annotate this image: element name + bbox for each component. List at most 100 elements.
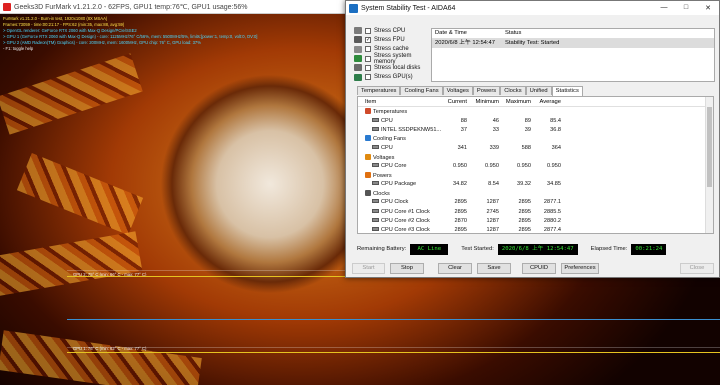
average-column-header[interactable]: Average (533, 99, 563, 105)
stats-maximum: 89 (524, 117, 531, 124)
tab-temperatures[interactable]: Temperatures (357, 86, 401, 95)
stop-button[interactable]: Stop (390, 263, 424, 274)
stress-checkbox[interactable] (365, 64, 371, 71)
stress-option[interactable]: Stress local disks (354, 63, 434, 72)
stats-row[interactable]: CPU Package 34.82 8.54 39.32 34.85 (358, 180, 713, 189)
stats-group-row[interactable]: Powers (358, 171, 713, 180)
stress-checkbox[interactable] (365, 27, 371, 34)
current-column-header[interactable]: Current (442, 99, 469, 105)
close-button[interactable]: Close (680, 263, 714, 274)
clock-icon (365, 189, 371, 196)
date-time-header[interactable]: Date & Time (432, 29, 502, 38)
cache-icon (354, 45, 362, 53)
stats-item: CPU (358, 144, 442, 151)
gpu2-graph-baseline (67, 319, 720, 320)
sensor-icon (372, 226, 379, 231)
stats-group-row[interactable]: Voltages (358, 152, 713, 161)
sensor-icon (372, 199, 379, 204)
stats-maximum: 2895 (518, 226, 531, 233)
scrollbar-thumb[interactable] (707, 107, 712, 187)
stats-row[interactable]: CPU 88 46 89 85.4 (358, 116, 713, 125)
save-button[interactable]: Save (477, 263, 511, 274)
stats-row[interactable]: CPU 341 339 588 364 (358, 143, 713, 152)
clear-button[interactable]: Clear (438, 263, 472, 274)
stats-average: 34.85 (547, 181, 561, 188)
stats-row[interactable]: CPU Core #1 Clock 2895 2745 2895 2885.5 (358, 207, 713, 216)
stats-item: CPU Core #1 Clock (358, 208, 442, 215)
stats-current: 34.82 (453, 181, 467, 188)
stress-option[interactable]: Stress system memory (354, 53, 434, 65)
remaining-battery-label: Remaining Battery: (357, 246, 407, 252)
statistics-scrollbar[interactable] (705, 97, 713, 233)
stats-average: 2877.1 (543, 199, 561, 206)
stats-row[interactable]: CPU Core #3 Clock 2895 1287 2895 2877.4 (358, 225, 713, 233)
stats-average: 364 (551, 144, 561, 151)
stats-group-row[interactable]: Temperatures (358, 107, 713, 116)
stats-row[interactable]: CPU Core #2 Clock 2870 1287 2895 2880.2 (358, 216, 713, 225)
sensor-icon (372, 117, 379, 122)
stats-current: 37 (460, 126, 467, 133)
aida64-titlebar[interactable]: System Stability Test - AIDA64 — □ ✕ (346, 1, 719, 15)
stats-maximum: 39 (524, 126, 531, 133)
stats-item-label: CPU (381, 117, 393, 124)
tab-cooling-fans[interactable]: Cooling Fans (400, 86, 443, 95)
stats-row[interactable]: CPU Core 0.950 0.950 0.950 0.950 (358, 162, 713, 171)
stress-option-label: Stress FPU (374, 36, 405, 43)
cpuid-button[interactable]: CPUID (522, 263, 556, 274)
test-started-value: 2020/6/8 上午 12:54:47 (497, 243, 578, 255)
stats-item: CPU Package (358, 181, 442, 187)
stress-checkbox[interactable]: ✓ (365, 36, 371, 43)
tab-powers[interactable]: Powers (472, 86, 501, 95)
stress-checkbox[interactable] (365, 74, 371, 81)
stats-item: Voltages (358, 153, 442, 161)
status-row[interactable]: 2020/6/8 上午 12:54:47 Stability Test: Sta… (432, 39, 714, 48)
tab-unified[interactable]: Unified (525, 86, 552, 95)
stats-group-row[interactable]: Clocks (358, 189, 713, 198)
minimize-button[interactable]: — (653, 4, 675, 12)
stress-checkbox[interactable] (364, 55, 371, 62)
stats-average: 2877.4 (543, 226, 561, 233)
aida64-title: System Stability Test - AIDA64 (361, 4, 456, 12)
stress-option[interactable]: ✓ Stress FPU (354, 35, 434, 44)
stats-minimum: 339 (489, 144, 499, 151)
sensor-icon (372, 144, 379, 149)
status-header[interactable]: Status (502, 29, 714, 38)
tab-voltages[interactable]: Voltages (442, 86, 473, 95)
stats-item: Cooling Fans (358, 135, 442, 142)
stats-row[interactable]: INTEL SSDPEKNW51... 37 33 39 36.8 (358, 125, 713, 134)
status-date: 2020/6/8 上午 12:54:47 (435, 40, 495, 46)
maximum-column-header[interactable]: Maximum (501, 99, 533, 105)
status-text: Stability Test: Started (505, 40, 560, 46)
stress-option-label: Stress CPU (374, 27, 406, 34)
tab-statistics[interactable]: Statistics (551, 86, 583, 96)
start-button[interactable]: Start (352, 263, 385, 274)
stats-average: 85.4 (550, 117, 561, 124)
stats-item-label: Voltages (373, 154, 395, 161)
stats-current: 341 (457, 144, 467, 151)
stats-maximum: 39.32 (517, 181, 531, 188)
osd-line: - F1: toggle help (3, 46, 34, 51)
stats-item-label: CPU Package (381, 181, 417, 188)
stress-checkbox[interactable] (365, 46, 371, 53)
stats-row[interactable]: CPU Clock 2895 1287 2895 2877.1 (358, 198, 713, 207)
stress-option[interactable]: Stress GPU(s) (354, 72, 434, 81)
stats-item-label: Cooling Fans (373, 136, 406, 143)
preferences-button[interactable]: Preferences (561, 263, 599, 274)
gpu1-graph-label: GPU 1: 76° C (min: 62° C - max: 77° C) (73, 346, 147, 351)
item-column-header[interactable]: Item (358, 99, 442, 105)
tab-clocks[interactable]: Clocks (500, 86, 526, 95)
stress-option[interactable]: Stress CPU (354, 26, 434, 35)
maximize-button[interactable]: □ (675, 4, 697, 12)
stats-maximum: 2895 (518, 217, 531, 224)
stats-average: 36.8 (550, 126, 561, 133)
stress-option-label: Stress local disks (374, 64, 421, 71)
stats-item: Temperatures (358, 108, 442, 115)
stats-minimum: 1287 (486, 199, 499, 206)
thermometer-icon (365, 108, 371, 115)
close-window-button[interactable]: ✕ (697, 4, 719, 12)
minimum-column-header[interactable]: Minimum (469, 99, 501, 105)
stats-current: 2870 (454, 217, 467, 224)
stats-item: CPU (358, 117, 442, 124)
stats-group-row[interactable]: Cooling Fans (358, 134, 713, 143)
furmark-osd-info: FurMark v1.21.2.0 - Burn-in test, 1920x1… (3, 16, 257, 52)
